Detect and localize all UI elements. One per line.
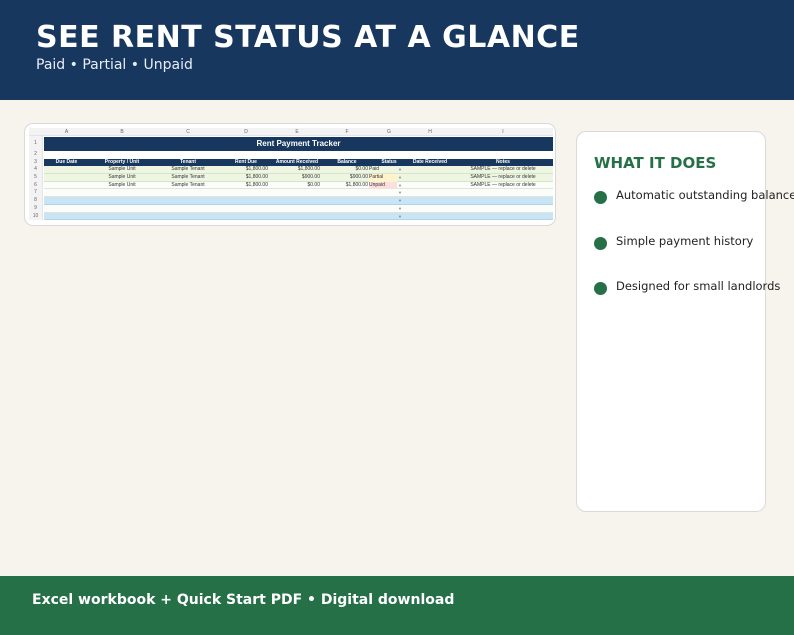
col-letter: C (186, 129, 190, 135)
col-letter: E (295, 129, 299, 135)
row-number: 4 (29, 166, 43, 175)
bullet-dot-icon (594, 191, 607, 204)
row-number: 1 (29, 136, 43, 151)
footer-text: Excel workbook + Quick Start PDF • Digit… (32, 592, 455, 608)
row-number: 2 (29, 151, 43, 159)
status-cell[interactable]: Paid (369, 166, 397, 174)
col-letter: D (244, 129, 248, 135)
row-number: 7 (29, 189, 43, 198)
features-title: WHAT IT DOES (594, 154, 717, 172)
feature-label: Automatic outstanding balance (616, 188, 794, 202)
header-cell: Tenant (179, 158, 197, 165)
row-number: 9 (29, 204, 43, 213)
row-number: 5 (29, 174, 43, 182)
amount-received-cell: $1,800.00 (297, 166, 320, 173)
dropdown-arrow-icon[interactable]: ▼ (398, 174, 406, 182)
header-cell: Balance (337, 158, 357, 165)
header-cell: Status (381, 158, 397, 165)
sheet-title-row: 1 Rent Payment Tracker (29, 136, 553, 151)
col-letter: F (345, 129, 349, 135)
rent-due-cell: $1,800.00 (245, 181, 268, 188)
spreadsheet-grid: A B C D E F G H I 1 Rent Payment Tracker… (29, 128, 553, 221)
col-letter: A (64, 129, 69, 135)
dropdown-arrow-icon[interactable]: ▼ (398, 189, 406, 197)
header-cell: Rent Due (235, 158, 257, 165)
col-letter: H (428, 129, 432, 135)
dropdown-arrow-icon[interactable]: ▼ (398, 182, 406, 190)
header-cell: Property / Unit (104, 158, 140, 165)
bullet-dot-icon (594, 282, 607, 295)
sheet-title: Rent Payment Tracker (44, 137, 553, 151)
row-number: 6 (29, 181, 43, 190)
unit-cell: Sample Unit (108, 166, 136, 173)
table-row: 9 ▼ (29, 204, 553, 213)
rent-due-cell: $1,800.00 (245, 174, 268, 181)
table-row: 5 Sample Unit Sample Tenant $1,800.00 $9… (29, 174, 553, 182)
table-row: 8 ▼ (29, 197, 553, 205)
unit-cell: Sample Unit (108, 181, 136, 188)
header-cell: Notes (496, 158, 510, 165)
tenant-cell: Sample Tenant (171, 181, 205, 188)
table-header-row: 3 Due Date Property / Unit Tenant Rent D… (29, 158, 553, 167)
dropdown-arrow-icon[interactable]: ▼ (398, 197, 406, 205)
hero-banner: SEE RENT STATUS AT A GLANCE Paid • Parti… (0, 0, 794, 100)
feature-label: Designed for small landlords (616, 279, 781, 293)
table-row: 4 Sample Unit Sample Tenant $1,800.00 $1… (29, 166, 553, 175)
header-cell: Date Received (412, 158, 448, 165)
unit-cell: Sample Unit (108, 174, 136, 181)
header-cell: Due Date (55, 158, 78, 165)
dropdown-arrow-icon[interactable]: ▼ (398, 213, 406, 221)
table-row: 10 ▼ (29, 212, 553, 221)
tenant-cell: Sample Tenant (171, 166, 205, 173)
balance-cell: $1,800.00 (345, 181, 368, 188)
dropdown-arrow-icon[interactable]: ▼ (398, 166, 406, 174)
spreadsheet-preview: A B C D E F G H I 1 Rent Payment Tracker… (24, 123, 556, 226)
hero-subtitle: Paid • Partial • Unpaid (36, 57, 193, 73)
notes-cell: SAMPLE — replace or delete (470, 166, 536, 173)
balance-cell: $0.00 (355, 166, 368, 173)
row-number: 3 (29, 158, 43, 167)
col-letter: G (387, 129, 391, 135)
hero-title: SEE RENT STATUS AT A GLANCE (36, 20, 580, 55)
col-letter: I (502, 129, 504, 135)
col-letter: B (120, 129, 124, 135)
balance-cell: $900.00 (349, 174, 368, 181)
feature-label: Simple payment history (616, 234, 754, 248)
sheet-row: 2 (29, 151, 553, 159)
bullet-dot-icon (594, 237, 607, 250)
dropdown-arrow-icon[interactable]: ▼ (398, 205, 406, 213)
table-row: 7 ▼ (29, 189, 553, 198)
table-row: 6 Sample Unit Sample Tenant $1,800.00 $0… (29, 181, 553, 190)
rent-due-cell: $1,800.00 (245, 166, 268, 173)
column-header-row: A B C D E F G H I (29, 128, 553, 136)
amount-received-cell: $0.00 (307, 181, 320, 188)
header-cell: Amount Received (275, 158, 319, 165)
row-number: 8 (29, 197, 43, 205)
footer-banner: Excel workbook + Quick Start PDF • Digit… (0, 576, 794, 635)
status-cell[interactable]: Partial (369, 174, 397, 182)
notes-cell: SAMPLE — replace or delete (470, 174, 536, 181)
tenant-cell: Sample Tenant (171, 174, 205, 181)
amount-received-cell: $900.00 (301, 174, 320, 181)
status-cell[interactable]: Unpaid (369, 181, 397, 190)
row-number: 10 (29, 212, 43, 221)
notes-cell: SAMPLE — replace or delete (470, 181, 536, 188)
